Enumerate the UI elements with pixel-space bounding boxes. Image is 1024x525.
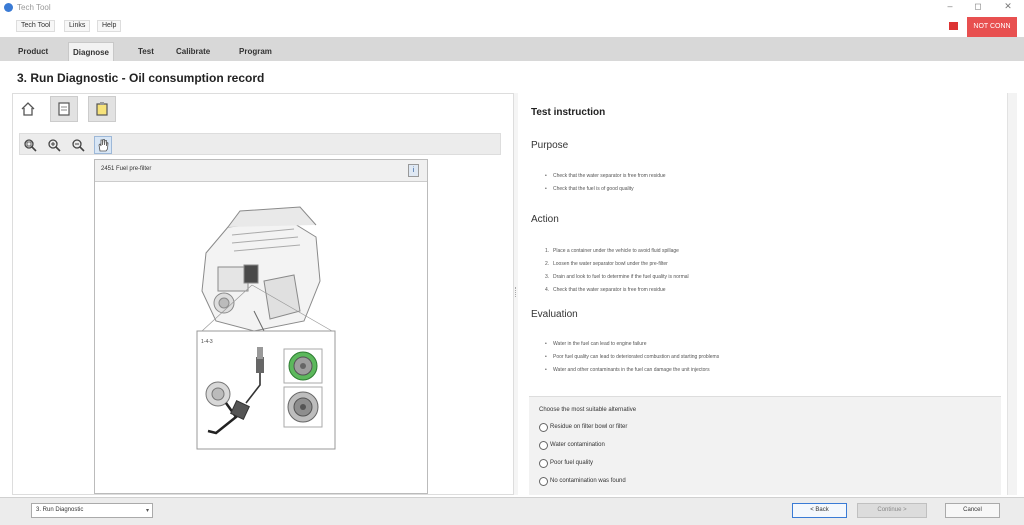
- tab-test[interactable]: Test: [134, 42, 158, 61]
- close-button[interactable]: ✕: [998, 1, 1018, 12]
- zoom-toolbar: [19, 133, 501, 155]
- fuel-prefilter-illustration: [196, 206, 336, 450]
- engine-block-drawing: [201, 206, 321, 332]
- home-button[interactable]: [14, 96, 42, 122]
- notes-icon: [96, 102, 108, 116]
- detail-inset-label: 1-4-3: [201, 339, 213, 345]
- tab-program[interactable]: Program: [235, 42, 276, 61]
- tab-product[interactable]: Product: [14, 42, 52, 61]
- cancel-button[interactable]: Cancel: [945, 503, 1000, 518]
- flag-icon[interactable]: [949, 22, 958, 30]
- splitter-grip-icon[interactable]: [515, 287, 517, 297]
- green-filter-drawing: [283, 348, 323, 384]
- app-icon: [4, 3, 13, 12]
- menu-links[interactable]: Links: [64, 20, 91, 32]
- tab-diagnose[interactable]: Diagnose: [68, 42, 115, 61]
- page-title: 3. Run Diagnostic - Oil consumption reco…: [17, 71, 265, 85]
- home-icon: [21, 102, 35, 116]
- evaluation-item: • Water in the fuel can lead to engine fa…: [545, 341, 647, 347]
- main-tabs: Product Diagnose Test Calibrate Program: [0, 37, 1024, 61]
- zoom-fit-icon: [24, 139, 37, 152]
- radio-button[interactable]: [539, 440, 548, 450]
- minimize-button[interactable]: –: [940, 1, 960, 11]
- action-item: 2. Loosen the water separator bowl under …: [545, 261, 668, 267]
- purpose-item: • Check that the water separator is free …: [545, 173, 666, 179]
- image-viewer-header: 2451 Fuel pre-filter i: [95, 160, 427, 182]
- notes-button[interactable]: [88, 96, 116, 122]
- title-bar: Tech Tool – ◻ ✕: [0, 0, 1024, 16]
- action-heading: Action: [531, 214, 559, 225]
- radio-button[interactable]: [539, 458, 548, 468]
- zoom-in-button[interactable]: [45, 136, 63, 154]
- document-icon: [58, 102, 70, 116]
- evaluation-heading: Evaluation: [531, 309, 578, 320]
- purpose-heading: Purpose: [531, 140, 569, 151]
- action-item: 3. Drain and look to fuel to determine if…: [545, 274, 689, 280]
- document-button[interactable]: [50, 96, 78, 122]
- pan-button[interactable]: [94, 136, 112, 154]
- info-button[interactable]: i: [408, 164, 419, 177]
- menu-bar: Tech Tool Links Help: [0, 17, 1024, 35]
- zoom-fit-button[interactable]: [21, 136, 39, 154]
- choice-option-residue[interactable]: Residue on filter bowl or filter: [539, 421, 627, 433]
- menu-help[interactable]: Help: [97, 20, 122, 32]
- zoom-in-icon: [48, 139, 61, 152]
- step-select[interactable]: 3. Run Diagnostic ▾: [31, 503, 153, 518]
- instruction-title: Test instruction: [531, 107, 606, 118]
- chevron-down-icon: ▾: [145, 508, 149, 514]
- choice-prompt: Choose the most suitable alternative: [539, 407, 637, 413]
- back-button[interactable]: < Back: [792, 503, 847, 518]
- choice-option-no-contamination[interactable]: No contamination was found: [539, 475, 626, 487]
- choice-option-water[interactable]: Water contamination: [539, 439, 605, 451]
- maximize-button[interactable]: ◻: [968, 1, 988, 12]
- connection-status-badge[interactable]: NOT CONN: [967, 17, 1017, 37]
- grey-filter-drawing: [283, 386, 323, 428]
- radio-button[interactable]: [539, 476, 548, 486]
- instruction-scrollbar[interactable]: [1007, 93, 1017, 495]
- action-item: 4. Check that the water separator is free…: [545, 287, 666, 293]
- evaluation-item: • Poor fuel quality can lead to deteriora…: [545, 354, 720, 360]
- pan-hand-icon: [98, 139, 109, 152]
- image-title: 2451 Fuel pre-filter: [101, 166, 152, 172]
- menu-tech-tool[interactable]: Tech Tool: [16, 20, 56, 32]
- tab-calibrate[interactable]: Calibrate: [172, 42, 214, 61]
- radio-button[interactable]: [539, 422, 548, 432]
- action-item: 1. Place a container under the vehicle to…: [545, 248, 679, 254]
- choice-option-poor-quality[interactable]: Poor fuel quality: [539, 457, 593, 469]
- continue-button[interactable]: Continue >: [857, 503, 927, 518]
- purpose-item: • Check that the fuel is of good quality: [545, 186, 634, 192]
- zoom-out-icon: [72, 139, 85, 152]
- evaluation-item: • Water and other contaminants in the fue…: [545, 367, 710, 373]
- app-title: Tech Tool: [17, 3, 51, 12]
- zoom-out-button[interactable]: [69, 136, 87, 154]
